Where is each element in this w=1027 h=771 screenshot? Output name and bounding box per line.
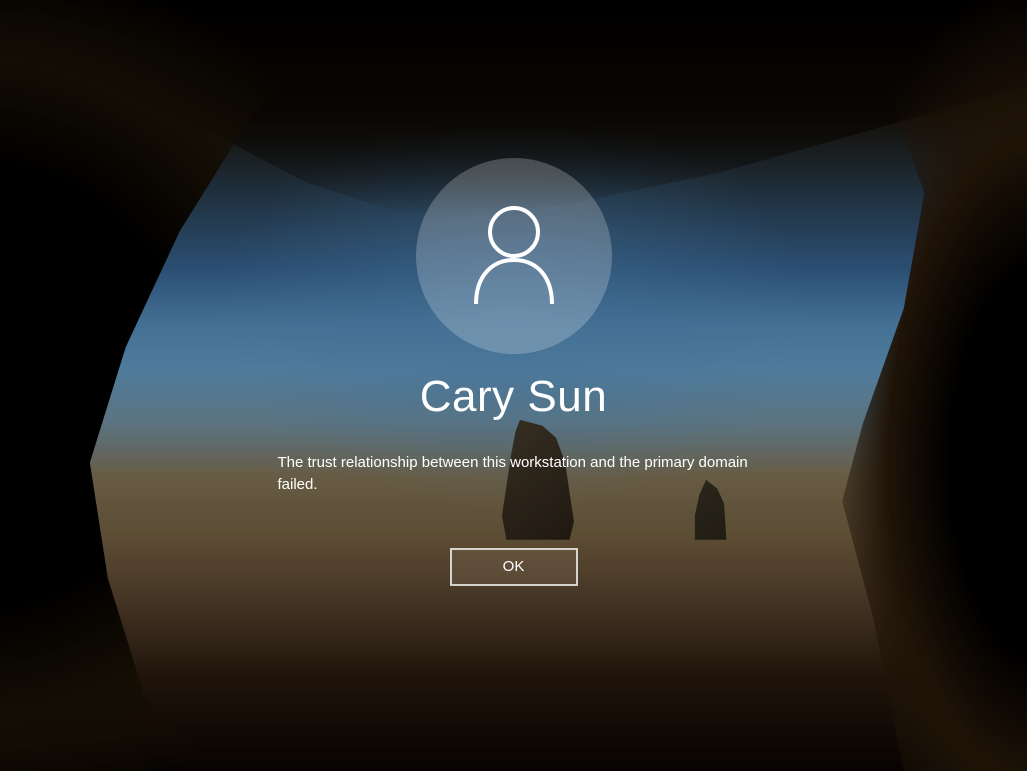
user-display-name: Cary Sun — [420, 372, 607, 422]
login-panel: Cary Sun The trust relationship between … — [0, 0, 1027, 771]
user-icon — [468, 204, 560, 309]
login-error-message: The trust relationship between this work… — [274, 452, 754, 496]
ok-button-label: OK — [503, 558, 525, 575]
user-avatar-circle — [416, 158, 612, 354]
ok-button[interactable]: OK — [450, 548, 578, 586]
